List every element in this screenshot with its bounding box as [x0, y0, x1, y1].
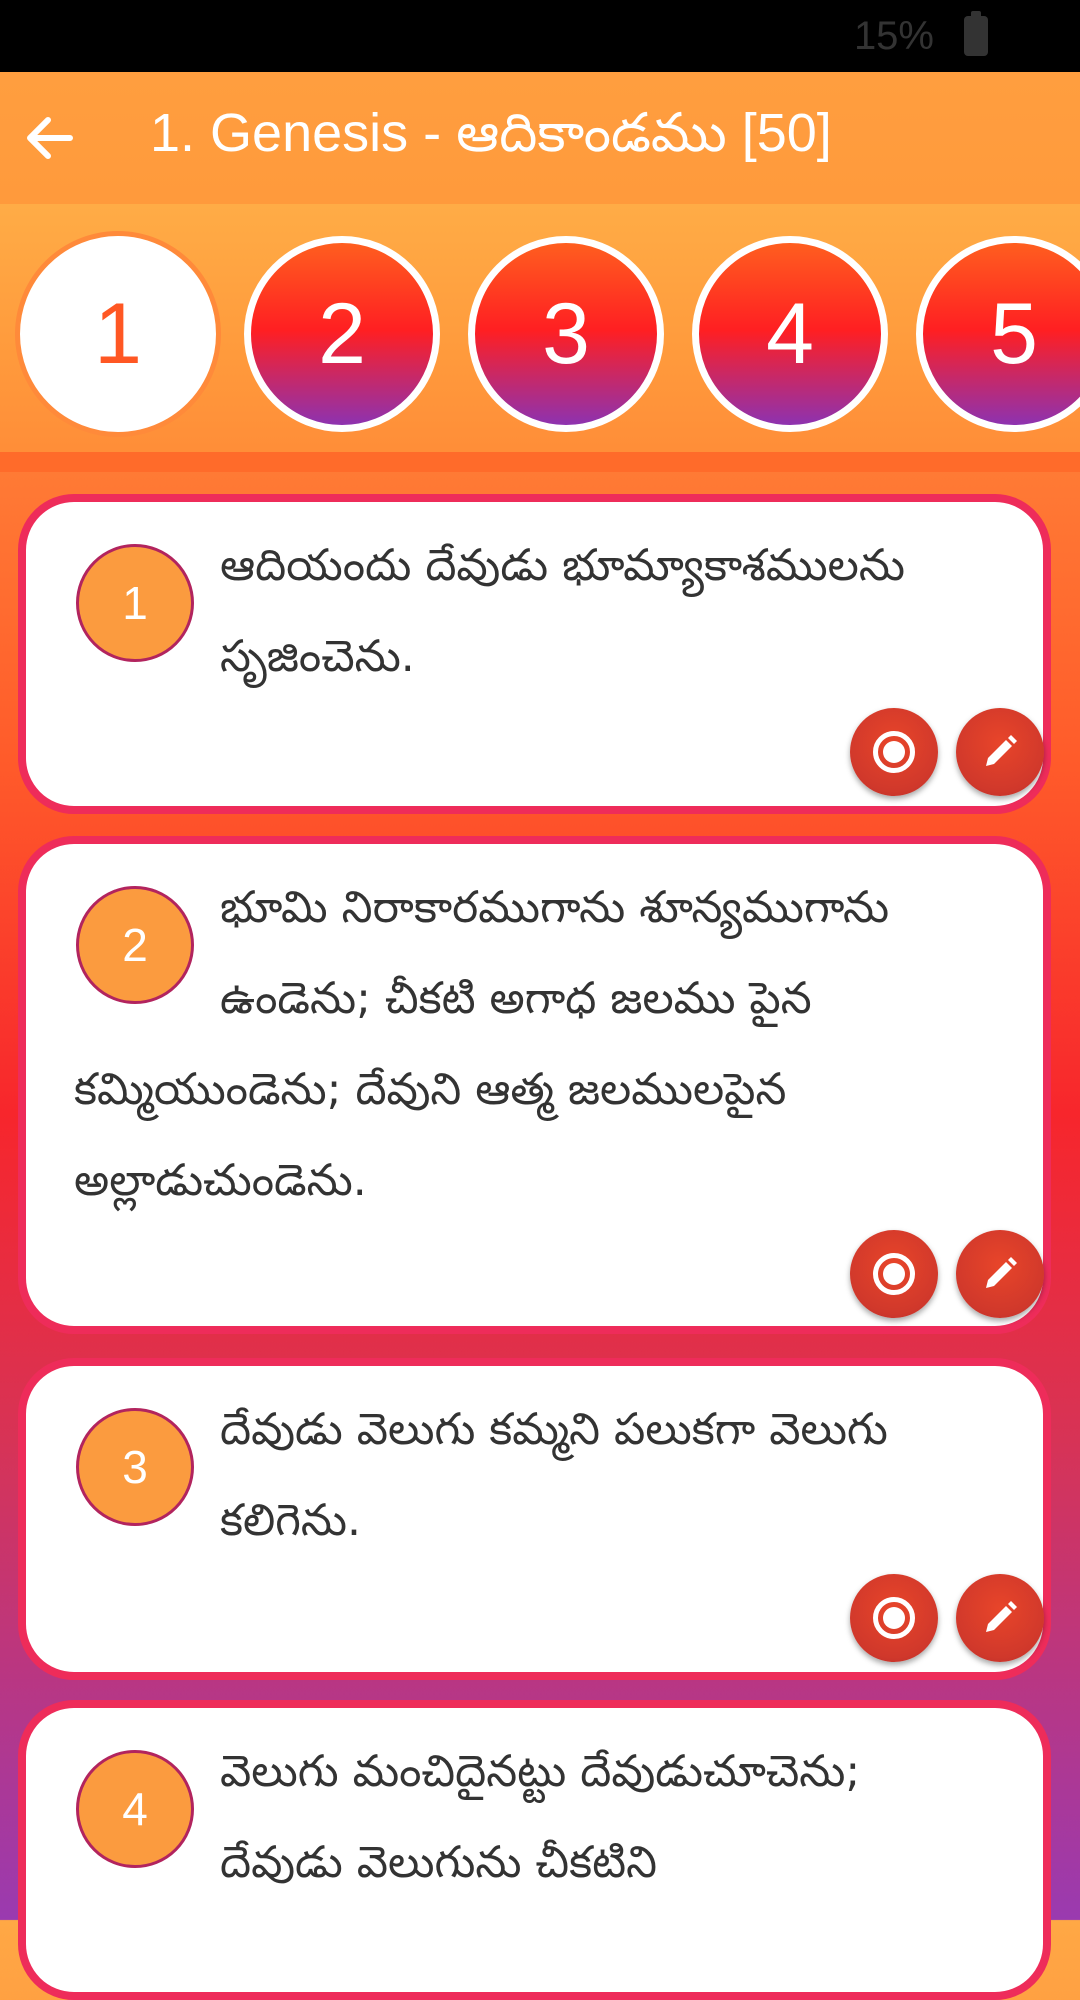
chapter-selector: 1 2 3 4 5 [0, 204, 1080, 456]
battery-percentage: 15% [853, 14, 934, 58]
status-bar: 15% [0, 0, 1080, 72]
verse-card-1: 1 ఆదియందు దేవుడు భూమ్యాకాశములను సృజించెన… [18, 494, 1051, 814]
edit-button[interactable] [956, 1574, 1044, 1662]
verse-text: భూమి నిరాకారముగాను శూన్యముగాను ఉండెను; చ… [74, 882, 890, 1206]
chapter-button-4[interactable]: 4 [692, 236, 888, 432]
app-bar: 1. Genesis - ఆదికాండము [50] [0, 72, 1080, 204]
edit-button[interactable] [956, 1230, 1044, 1318]
record-button[interactable] [850, 1230, 938, 1318]
chapter-button-1[interactable]: 1 [20, 236, 216, 432]
record-button[interactable] [850, 1574, 938, 1662]
record-icon [873, 731, 915, 773]
back-button[interactable] [18, 106, 82, 170]
pencil-icon [986, 1601, 1017, 1632]
record-button[interactable] [850, 708, 938, 796]
chapter-button-5[interactable]: 5 [916, 236, 1080, 432]
chapter-button-3[interactable]: 3 [468, 236, 664, 432]
verse-text: దేవుడు వెలుగు కమ్మని పలుకగా వెలుగు కలిగె… [220, 1404, 888, 1546]
pencil-icon [986, 1257, 1017, 1288]
verse-card-3: 3 దేవుడు వెలుగు కమ్మని పలుకగా వెలుగు కలి… [18, 1358, 1051, 1680]
record-icon [873, 1253, 915, 1295]
arrow-left-icon [27, 117, 73, 159]
verse-card-2: 2 భూమి నిరాకారముగాను శూన్యముగాను ఉండెను;… [18, 836, 1051, 1334]
chapter-button-2[interactable]: 2 [244, 236, 440, 432]
verse-text: వెలుగు మంచిదైనట్టు దేవుడుచూచెను; దేవుడు … [220, 1746, 861, 1888]
pencil-icon [986, 735, 1017, 766]
page-title: 1. Genesis - ఆదికాండము [50] [150, 103, 832, 163]
record-icon [873, 1597, 915, 1639]
verse-card-4: 4 వెలుగు మంచిదైనట్టు దేవుడుచూచెను; దేవుడ… [18, 1700, 1051, 2000]
strip-divider [0, 452, 1080, 472]
battery-icon [964, 11, 988, 56]
edit-button[interactable] [956, 708, 1044, 796]
verse-text: ఆదియందు దేవుడు భూమ్యాకాశములను సృజించెను. [220, 540, 905, 682]
